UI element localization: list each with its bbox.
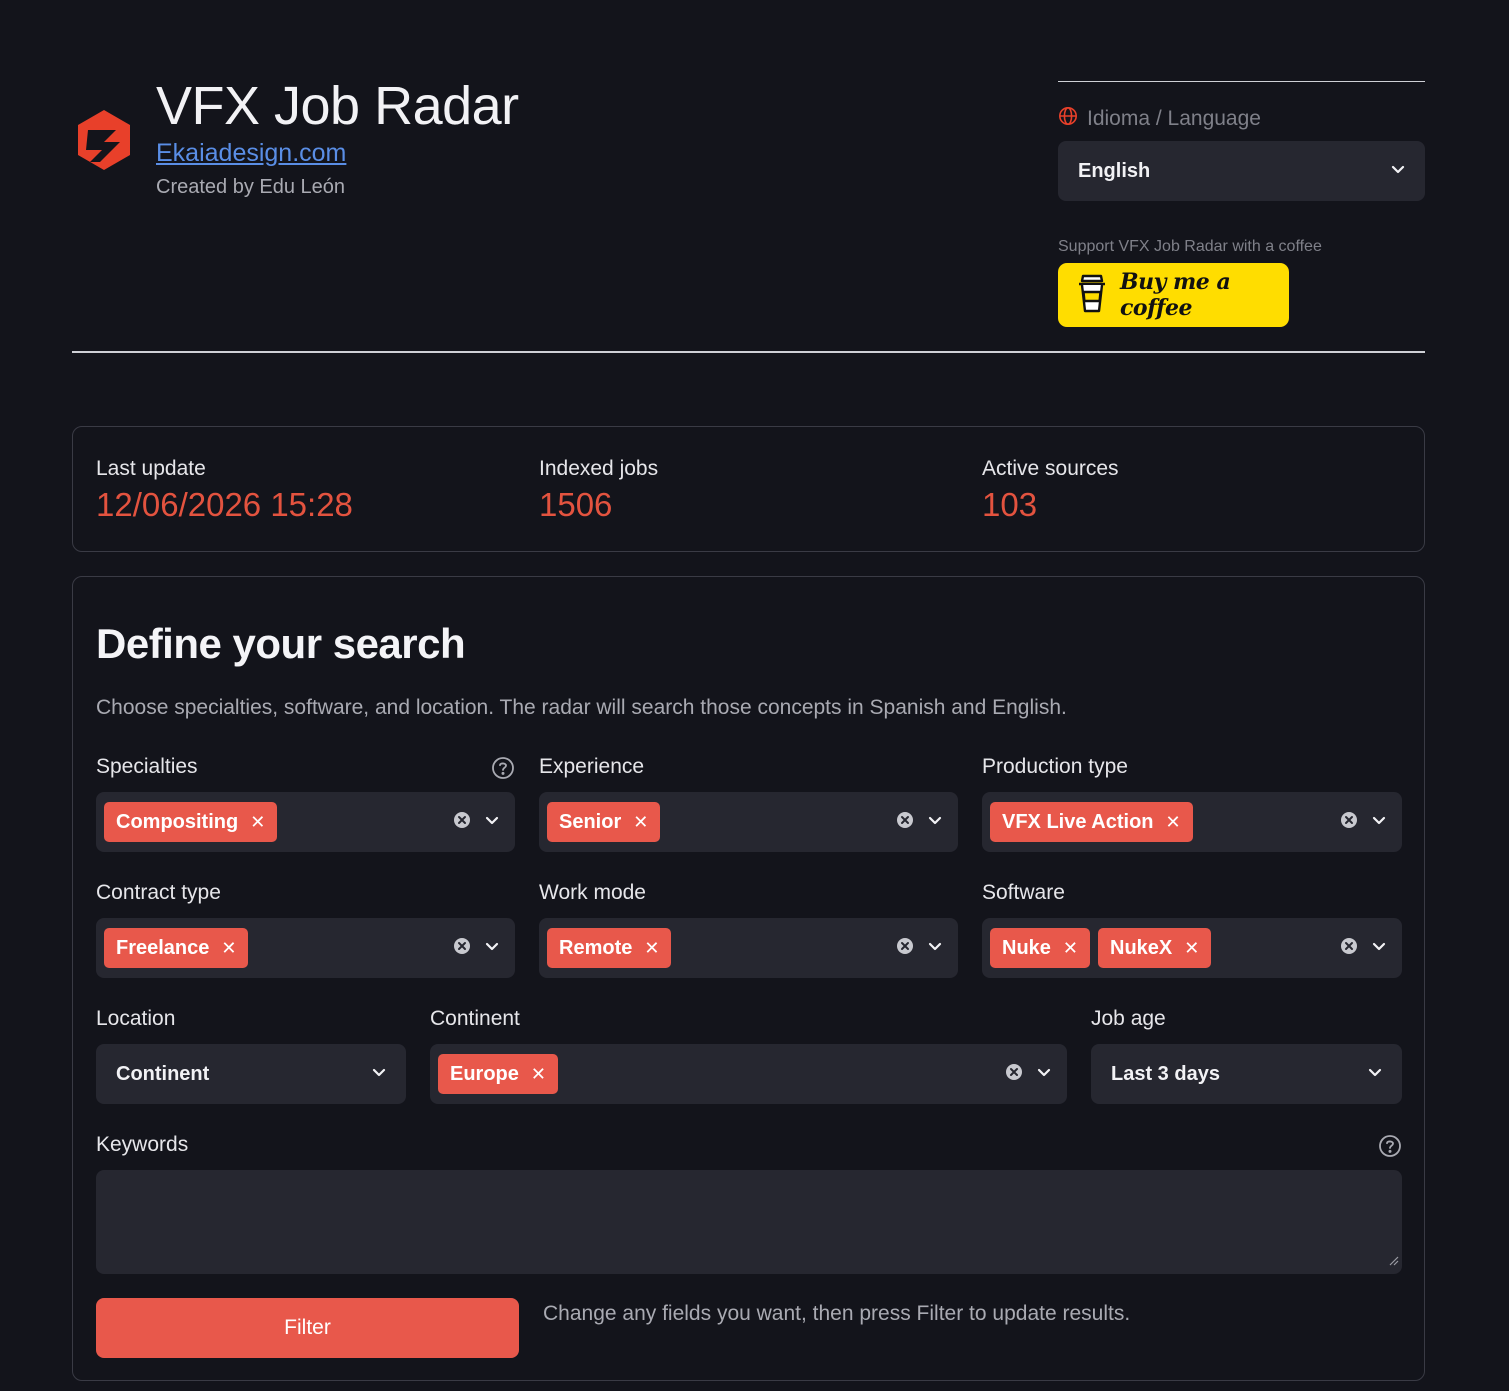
- remove-chip-icon[interactable]: ✕: [1166, 812, 1181, 833]
- stat-label: Active sources: [982, 457, 1119, 480]
- stat-indexed-jobs: Indexed jobs 1506: [539, 455, 658, 527]
- language-label-group: Idioma / Language: [1058, 106, 1261, 131]
- help-icon[interactable]: [1378, 1134, 1402, 1163]
- job-age-label: Job age: [1091, 1007, 1166, 1030]
- software-multiselect[interactable]: Nuke ✕ NukeX ✕: [982, 918, 1402, 978]
- job-age-selected-value: Last 3 days: [1111, 1062, 1220, 1085]
- search-description: Choose specialties, software, and locati…: [96, 696, 1067, 719]
- keywords-textarea[interactable]: [96, 1170, 1402, 1274]
- stat-label: Last update: [96, 457, 206, 480]
- contract-type-multiselect[interactable]: Freelance ✕: [96, 918, 515, 978]
- job-age-select[interactable]: Last 3 days: [1091, 1044, 1402, 1104]
- clear-icon[interactable]: [453, 811, 471, 834]
- chip-senior: Senior ✕: [547, 802, 661, 842]
- stat-last-update: Last update 12/06/2026 15:28: [96, 455, 353, 527]
- help-icon[interactable]: [491, 756, 515, 785]
- clear-icon[interactable]: [453, 937, 471, 960]
- specialties-label: Specialties: [96, 755, 198, 778]
- stat-label: Indexed jobs: [539, 457, 659, 480]
- chevron-down-icon[interactable]: [928, 813, 942, 831]
- chip-vfx-live-action: VFX Live Action ✕: [990, 802, 1193, 842]
- coffee-cup-icon: [1076, 272, 1108, 319]
- remove-chip-icon[interactable]: ✕: [531, 1064, 546, 1085]
- stat-value: 103: [982, 486, 1038, 523]
- location-select[interactable]: Continent: [96, 1044, 406, 1104]
- experience-multiselect[interactable]: Senior ✕: [539, 792, 958, 852]
- chip-compositing: Compositing ✕: [104, 802, 278, 842]
- stat-value: 12/06/2026 15:28: [96, 486, 353, 523]
- stat-value: 1506: [539, 486, 613, 523]
- language-label: Idioma / Language: [1087, 106, 1261, 130]
- chevron-down-icon: [1391, 162, 1405, 180]
- resize-handle-icon[interactable]: [1389, 1253, 1399, 1271]
- remove-chip-icon[interactable]: ✕: [1184, 938, 1199, 959]
- chevron-down-icon[interactable]: [1372, 939, 1386, 957]
- filter-button[interactable]: Filter: [96, 1298, 519, 1358]
- chip-remote: Remote ✕: [547, 928, 672, 968]
- keywords-label: Keywords: [96, 1133, 189, 1156]
- stats-panel: Last update 12/06/2026 15:28 Indexed job…: [72, 426, 1425, 552]
- remove-chip-icon[interactable]: ✕: [250, 812, 265, 833]
- clear-icon[interactable]: [896, 937, 914, 960]
- continent-label: Continent: [430, 1007, 520, 1030]
- chip-nukex: NukeX ✕: [1098, 928, 1212, 968]
- specialties-multiselect[interactable]: Compositing ✕: [96, 792, 515, 852]
- chip-nuke: Nuke ✕: [990, 928, 1090, 968]
- production-type-multiselect[interactable]: VFX Live Action ✕: [982, 792, 1402, 852]
- chevron-down-icon[interactable]: [1372, 813, 1386, 831]
- buy-me-a-coffee-button[interactable]: Buy me a coffee: [1058, 263, 1289, 327]
- location-selected-value: Continent: [116, 1062, 210, 1085]
- site-link[interactable]: Ekaiadesign.com: [156, 138, 346, 168]
- experience-label: Experience: [539, 755, 645, 778]
- software-label: Software: [982, 881, 1065, 904]
- language-selected-value: English: [1078, 159, 1151, 182]
- coffee-support-label: Support VFX Job Radar with a coffee: [1058, 238, 1322, 255]
- chip-europe: Europe ✕: [438, 1054, 558, 1094]
- app-title: VFX Job Radar: [156, 76, 519, 136]
- remove-chip-icon[interactable]: ✕: [644, 938, 659, 959]
- language-select[interactable]: English: [1058, 141, 1425, 201]
- remove-chip-icon[interactable]: ✕: [1063, 938, 1078, 959]
- production-type-label: Production type: [982, 755, 1128, 778]
- continent-multiselect[interactable]: Europe ✕: [430, 1044, 1067, 1104]
- location-label: Location: [96, 1007, 176, 1030]
- remove-chip-icon[interactable]: ✕: [221, 938, 236, 959]
- clear-icon[interactable]: [1340, 811, 1358, 834]
- work-mode-multiselect[interactable]: Remote ✕: [539, 918, 958, 978]
- work-mode-label: Work mode: [539, 881, 646, 904]
- globe-icon: [1058, 106, 1078, 131]
- coffee-button-text: Buy me a coffee: [1120, 269, 1231, 321]
- clear-icon[interactable]: [1005, 1063, 1023, 1086]
- clear-icon[interactable]: [1340, 937, 1358, 960]
- stat-active-sources: Active sources 103: [982, 455, 1119, 527]
- header-divider: [72, 351, 1425, 353]
- chevron-down-icon[interactable]: [928, 939, 942, 957]
- search-title: Define your search: [96, 620, 466, 667]
- chevron-down-icon[interactable]: [485, 939, 499, 957]
- remove-chip-icon[interactable]: ✕: [633, 812, 648, 833]
- chevron-down-icon[interactable]: [485, 813, 499, 831]
- contract-type-label: Contract type: [96, 881, 221, 904]
- app-logo-icon: [76, 108, 132, 172]
- language-divider: [1058, 81, 1425, 82]
- clear-icon[interactable]: [896, 811, 914, 834]
- chip-freelance: Freelance ✕: [104, 928, 249, 968]
- created-by-text: Created by Edu León: [156, 176, 346, 198]
- chevron-down-icon: [1368, 1065, 1382, 1083]
- chevron-down-icon: [372, 1065, 386, 1083]
- filter-hint-text: Change any fields you want, then press F…: [543, 1302, 1131, 1325]
- chevron-down-icon[interactable]: [1037, 1065, 1051, 1083]
